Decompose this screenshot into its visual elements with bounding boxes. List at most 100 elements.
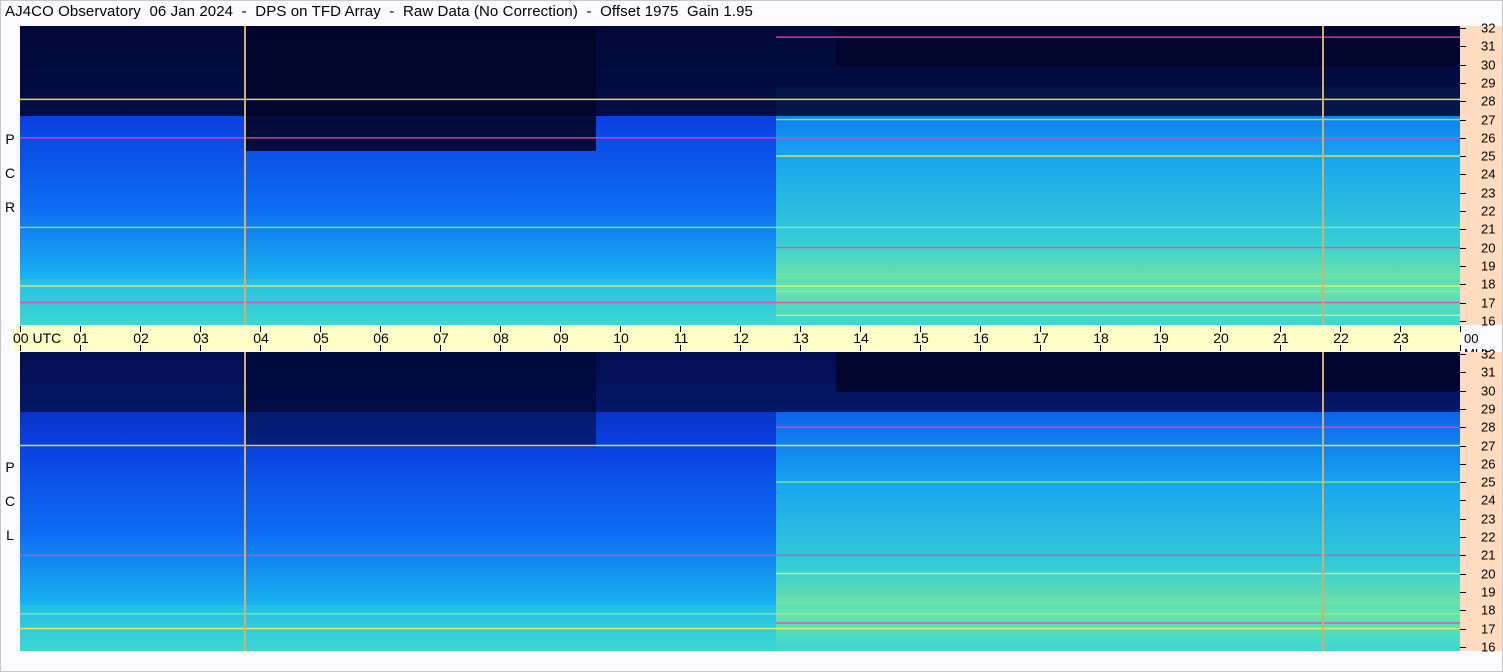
- frequency-tick-label: 28: [1481, 93, 1496, 109]
- frequency-tick: [1460, 156, 1466, 158]
- frequency-tick-label: 23: [1481, 511, 1496, 527]
- frequency-tick-label: 19: [1481, 258, 1496, 274]
- day-top-dark-area: [836, 352, 1460, 392]
- frequency-tick-label: 21: [1481, 547, 1496, 563]
- frequency-tick: [1460, 427, 1466, 429]
- frequency-tick: [1460, 573, 1466, 575]
- frequency-tick: [1460, 445, 1466, 447]
- frequency-tick-label: 16: [1481, 313, 1496, 329]
- utc-tick-label: 22: [1333, 330, 1349, 346]
- lcp-letter-l: L: [6, 527, 14, 543]
- frequency-tick: [1460, 628, 1466, 630]
- frequency-tick: [1460, 390, 1466, 392]
- frequency-tick: [1460, 284, 1466, 286]
- frequency-tick: [1460, 192, 1466, 194]
- rcp-frequency-axis: 32 31 30 29 28 27 26 25 24 23 22 21 20 19 18 17 16: [1460, 21, 1503, 329]
- rcp-panel-label: P C R: [3, 122, 17, 224]
- frequency-tick: [1460, 372, 1466, 374]
- frequency-tick: [1460, 500, 1466, 502]
- frequency-tick: [1460, 174, 1466, 176]
- frequency-tick-label: 31: [1481, 364, 1496, 380]
- frequency-tick: [1460, 408, 1466, 410]
- frequency-tick-label: 17: [1481, 295, 1496, 310]
- lcp-frequency-axis: 32 31 30 29 28 27 26 25 24 23 22 21 20 19 18 17 16: [1460, 347, 1503, 655]
- utc-tick-label: 14: [853, 330, 869, 346]
- frequency-tick: [1460, 354, 1466, 355]
- frequency-tick: [1460, 537, 1466, 538]
- frequency-tick-label: 22: [1481, 529, 1496, 545]
- utc-tick-label: 07: [433, 330, 449, 346]
- day-top-dark-area: [836, 26, 1460, 66]
- lcp-spectrogram: [20, 352, 1460, 651]
- utc-time-axis: 00 UTC 01 02 03 04 05 06 07 08 09 10 11 12 13 14 15 16 17…: [13, 326, 1461, 351]
- utc-tick-label: 19: [1153, 330, 1169, 346]
- frequency-tick: [1460, 646, 1466, 648]
- utc-tick-label: 17: [1033, 330, 1049, 346]
- utc-tick-label: 23: [1393, 330, 1409, 346]
- frequency-tick-label: 30: [1481, 383, 1496, 399]
- frequency-tick-label: 32: [1481, 346, 1496, 362]
- frequency-tick: [1460, 211, 1466, 212]
- frequency-tick-label: 29: [1481, 75, 1496, 91]
- utc-tick-label: 09: [553, 330, 569, 346]
- utc-tick-label: 16: [973, 330, 989, 346]
- frequency-tick: [1460, 482, 1466, 484]
- frequency-tick: [1460, 119, 1466, 121]
- frequency-tick: [1460, 229, 1466, 231]
- frequency-tick-label: 26: [1481, 130, 1496, 146]
- utc-tick-label: 08: [493, 330, 509, 346]
- frequency-tick-label: 20: [1481, 566, 1496, 582]
- utc-tick-label: 05: [313, 330, 329, 346]
- frequency-tick: [1460, 265, 1466, 267]
- utc-tick-label: 15: [913, 330, 929, 346]
- rcp-letter-c: C: [4, 165, 16, 181]
- frequency-tick: [1460, 28, 1466, 29]
- utc-tick-label: 02: [133, 330, 149, 346]
- frequency-tick: [1460, 137, 1466, 139]
- frequency-tick-label: 24: [1481, 166, 1496, 182]
- utc-tick-label: 00 UTC: [13, 330, 62, 346]
- night-quiet-area: [245, 26, 596, 151]
- frequency-tick: [1460, 64, 1466, 66]
- rcp-letter-p: P: [5, 131, 15, 147]
- frequency-tick: [1460, 320, 1466, 322]
- frequency-tick-label: 28: [1481, 419, 1496, 435]
- utc-tick-label: 06: [373, 330, 389, 346]
- chart-title: AJ4CO Observatory 06 Jan 2024 - DPS on T…: [5, 3, 753, 20]
- frequency-tick-label: 23: [1481, 185, 1496, 201]
- rcp-letter-r: R: [4, 199, 16, 215]
- utc-tick-label: 11: [673, 330, 689, 346]
- frequency-tick-label: 29: [1481, 401, 1496, 417]
- frequency-tick: [1460, 555, 1466, 557]
- frequency-tick: [1460, 610, 1466, 612]
- frequency-tick-label: 31: [1481, 38, 1496, 54]
- utc-tick-label: 01: [73, 330, 89, 346]
- frequency-tick-label: 17: [1481, 621, 1496, 636]
- utc-tick-label: 12: [733, 330, 749, 346]
- frequency-tick: [1460, 302, 1466, 304]
- frequency-tick-label: 18: [1481, 276, 1496, 292]
- frequency-tick: [1460, 101, 1466, 103]
- frequency-tick-label: 27: [1481, 112, 1496, 127]
- utc-tick-label: 21: [1273, 330, 1289, 346]
- frequency-tick: [1460, 463, 1466, 465]
- lcp-panel-label: P C L: [3, 450, 17, 552]
- frequency-tick-label: 25: [1481, 148, 1496, 164]
- frequency-tick-label: 22: [1481, 203, 1496, 219]
- frequency-tick: [1460, 591, 1466, 593]
- frequency-tick-label: 16: [1481, 639, 1496, 655]
- frequency-tick-label: 26: [1481, 456, 1496, 472]
- frequency-tick-label: 27: [1481, 438, 1496, 453]
- utc-tick: [1460, 326, 1461, 332]
- frequency-tick-label: 18: [1481, 602, 1496, 618]
- frequency-tick-label: 21: [1481, 221, 1496, 237]
- frequency-tick-label: 32: [1481, 20, 1496, 36]
- lcp-letter-c: C: [4, 493, 16, 509]
- frequency-tick-label: 20: [1481, 240, 1496, 256]
- utc-tick-label: 18: [1093, 330, 1109, 346]
- utc-tick-label: 20: [1213, 330, 1229, 346]
- lcp-letter-p: P: [5, 459, 15, 475]
- utc-tick: [1460, 345, 1461, 351]
- rcp-spectrogram: [20, 26, 1460, 325]
- utc-tick-label: 13: [793, 330, 809, 346]
